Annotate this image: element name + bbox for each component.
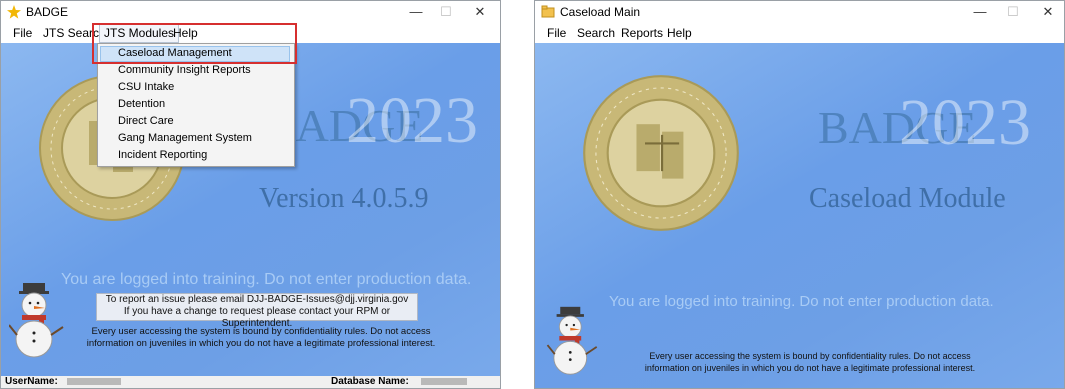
issue-email-line: To report an issue please email DJJ-BADG…	[105, 294, 409, 305]
snowman-mascot-icon	[9, 283, 64, 358]
year-watermark: 2023	[346, 84, 478, 157]
badge-main-window: BADGE — ☐ ✕ File JTS Search JTS Modules …	[0, 0, 501, 389]
version-label: Version 4.0.5.9	[259, 183, 429, 214]
menu-file[interactable]: File	[13, 26, 32, 40]
confidentiality-line-2: information on juveniles in which you do…	[86, 338, 436, 349]
status-bar: UserName: Database Name:	[1, 376, 500, 388]
issue-report-box: To report an issue please email DJJ-BADG…	[96, 293, 418, 329]
title-bar[interactable]: BADGE — ☐ ✕	[1, 1, 500, 23]
minimize-button[interactable]: —	[967, 3, 993, 21]
minimize-button[interactable]: —	[403, 3, 429, 21]
maximize-button[interactable]: ☐	[1000, 3, 1026, 21]
menu-item-community-insight-reports[interactable]: Community Insight Reports	[118, 64, 251, 76]
menu-item-direct-care[interactable]: Direct Care	[118, 115, 174, 127]
status-database-label: Database Name:	[331, 376, 409, 387]
menu-file[interactable]: File	[547, 26, 566, 40]
confidentiality-notice: Every user accessing the system is bound…	[71, 326, 451, 350]
menu-item-incident-reporting[interactable]: Incident Reporting	[118, 149, 207, 161]
menu-bar: File Search Reports Help	[535, 23, 1064, 43]
year-watermark: 2023	[899, 86, 1031, 159]
database-redacted	[421, 376, 467, 387]
highlight-annotation-frame	[92, 23, 297, 64]
confidentiality-line-1: Every user accessing the system is bound…	[649, 351, 971, 361]
menu-reports[interactable]: Reports	[621, 26, 663, 40]
title-bar[interactable]: Caseload Main — ☐ ✕	[535, 1, 1064, 23]
window-title: Caseload Main	[560, 5, 641, 19]
close-button[interactable]: ✕	[1035, 3, 1061, 21]
confidentiality-notice: Every user accessing the system is bound…	[625, 350, 995, 374]
training-notice: You are logged into training. Do not ent…	[61, 271, 472, 288]
badge-star-icon	[7, 5, 21, 19]
maximize-button[interactable]: ☐	[433, 3, 459, 21]
training-notice: You are logged into training. Do not ent…	[609, 293, 994, 310]
snowman-mascot-icon	[546, 306, 598, 375]
menu-search[interactable]: Search	[577, 26, 615, 40]
module-label: Caseload Module	[809, 183, 1006, 214]
caseload-main-window: Caseload Main — ☐ ✕ File Search Reports …	[534, 0, 1065, 389]
folder-window-icon	[541, 5, 555, 18]
confidentiality-line-1: Every user accessing the system is bound…	[91, 326, 431, 337]
confidentiality-line-2: information on juveniles in which you do…	[644, 363, 976, 373]
menu-help[interactable]: Help	[667, 26, 692, 40]
menu-item-detention[interactable]: Detention	[118, 98, 165, 110]
djj-seal-logo	[583, 75, 739, 231]
splash-area: BADGE 2023 Caseload Module You are logge…	[535, 43, 1064, 388]
status-username-label: UserName:	[5, 376, 58, 387]
menu-item-gang-management-system[interactable]: Gang Management System	[118, 132, 252, 144]
close-button[interactable]: ✕	[467, 3, 493, 21]
username-redacted	[67, 376, 121, 387]
menu-item-csu-intake[interactable]: CSU Intake	[118, 81, 174, 93]
window-title: BADGE	[26, 5, 69, 19]
